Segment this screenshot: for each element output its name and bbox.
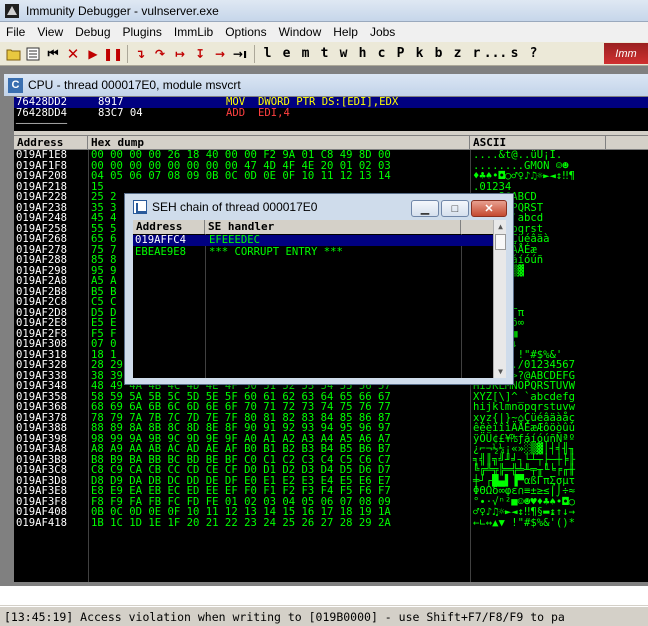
execute-till-return-icon[interactable]: → <box>211 45 229 63</box>
disasm-hex: 83C7 04 <box>98 107 143 119</box>
pause-icon[interactable]: ❚❚ <box>103 45 123 63</box>
cpu-window-titlebar[interactable]: C CPU - thread 000017E0, module msvcrt <box>4 74 648 96</box>
seh-vertical-scrollbar[interactable]: ▲ ▼ <box>493 220 506 378</box>
seh-chain-window[interactable]: SEH chain of thread 000017E0 ▁ □ ✕ Addre… <box>124 193 514 385</box>
toolbar-separator <box>127 44 128 63</box>
trace-into-icon[interactable]: ↦ <box>171 45 189 63</box>
seh-window-title: SEH chain of thread 000017E0 <box>152 200 318 214</box>
run-icon[interactable]: ▶ <box>84 45 102 63</box>
seh-row-address: EBEAE9E8 <box>135 246 187 258</box>
dump-row[interactable]: 019AF3E8 E8 E9 EA EB EC ED EE EF F0 F1 F2… <box>14 486 648 497</box>
disasm-mnemonic: ADD <box>226 107 246 119</box>
close-button[interactable]: ✕ <box>471 200 507 217</box>
dump-row-hex: 1B 1C 1D 1E 1F 20 21 22 23 24 25 26 27 2… <box>91 516 391 529</box>
call-stack-button[interactable]: k <box>410 45 429 63</box>
windows-button[interactable]: w <box>334 45 353 63</box>
memory-button[interactable]: m <box>296 45 315 63</box>
dump-row-address: 019AF418 <box>16 516 68 529</box>
open-file-icon[interactable] <box>4 45 22 63</box>
disasm-operands: EDI,4 <box>258 107 290 119</box>
dump-header-address[interactable]: Address <box>14 136 88 150</box>
help-button[interactable]: ? <box>524 45 543 63</box>
close-process-icon[interactable]: ✕ <box>64 45 82 63</box>
menu-immlib[interactable]: ImmLib <box>168 25 219 39</box>
cpu-window-title: CPU - thread 000017E0, module msvcrt <box>28 78 241 92</box>
scroll-thumb[interactable] <box>495 234 506 250</box>
disasm-address: 76428DD4 <box>16 107 68 119</box>
disasm-partial-row: ──────── <box>16 119 68 127</box>
dump-row[interactable]: 019AF418 1B 1C 1D 1E 1F 20 21 22 23 24 25… <box>14 516 648 529</box>
status-message: [13:45:19] Access violation when writing… <box>4 609 565 624</box>
dump-header-ascii[interactable]: ASCII <box>470 136 606 150</box>
menu-jobs[interactable]: Jobs <box>364 25 401 39</box>
breakpoints-button[interactable]: b <box>429 45 448 63</box>
dump-row[interactable]: 019AF388 88 89 8A 8B 8C 8D 8E 8F 90 91 92… <box>14 423 648 434</box>
scroll-down-icon[interactable]: ▼ <box>494 365 507 378</box>
seh-list-header: Address SE handler <box>133 220 493 234</box>
menu-debug[interactable]: Debug <box>69 25 116 39</box>
step-into-icon[interactable]: ↴ <box>131 45 149 63</box>
dump-row-ascii: ←∟↔▲▼ !"#$%&'()* <box>473 516 576 529</box>
menu-view[interactable]: View <box>31 25 69 39</box>
scroll-up-icon[interactable]: ▲ <box>494 220 507 233</box>
menu-bar: File View Debug Plugins ImmLib Options W… <box>0 22 648 42</box>
seh-row-address: 019AFFC4 <box>135 234 187 246</box>
restart-icon[interactable]: ⏮ <box>44 45 62 63</box>
disasm-row[interactable]: 76428DD4 83C7 04 ADD EDI,4 <box>14 108 648 119</box>
immunity-tag[interactable]: Imm <box>604 43 648 64</box>
more-button[interactable]: ... <box>484 45 507 63</box>
seh-header-handler[interactable]: SE handler <box>205 220 461 234</box>
app-titlebar[interactable]: Immunity Debugger - vulnserver.exe <box>0 0 648 22</box>
menu-file[interactable]: File <box>0 25 31 39</box>
minimize-button[interactable]: ▁ <box>411 200 439 217</box>
seh-row[interactable]: 019AFFC4 EFEEEDEC <box>133 235 493 246</box>
dump-row[interactable]: 019AF368 68 69 6A 6B 6C 6D 6E 6F 70 71 72… <box>14 402 648 413</box>
cpu-window-icon: C <box>8 77 23 93</box>
list-icon[interactable] <box>24 45 42 63</box>
menu-options[interactable]: Options <box>219 25 272 39</box>
seh-header-address[interactable]: Address <box>133 220 205 234</box>
go-to-address-icon[interactable]: →ı <box>231 45 249 63</box>
patches-button[interactable]: P <box>391 45 410 63</box>
dump-row[interactable]: 019AF1E8 00 00 00 00 26 18 40 00 00 F2 9A… <box>14 150 648 161</box>
seh-row[interactable]: EBEAE9E8 *** CORRUPT ENTRY *** <box>133 247 493 258</box>
seh-chain-list[interactable]: Address SE handler 019AFFC4 EFEEEDEC EBE… <box>133 220 506 378</box>
toolbar-separator <box>254 44 255 63</box>
trace-over-icon[interactable]: ↧ <box>191 45 209 63</box>
hardware-breakpoints-button[interactable]: z <box>448 45 467 63</box>
disassembly-pane[interactable]: 76428DD2 8917 MOV DWORD PTR DS:[EDI],EDX… <box>14 97 648 131</box>
status-bar: [13:45:19] Access violation when writing… <box>0 606 648 626</box>
menu-plugins[interactable]: Plugins <box>117 25 168 39</box>
maximize-button[interactable]: □ <box>441 200 469 217</box>
pane-splitter[interactable] <box>14 131 648 135</box>
modules-button[interactable]: e <box>277 45 296 63</box>
log-window-button[interactable]: l <box>258 45 277 63</box>
disasm-row-partial: ──────── <box>14 119 648 127</box>
dump-row[interactable]: 019AF3C8 C8 C9 CA CB CC CD CE CF D0 D1 D2… <box>14 465 648 476</box>
cpu-button[interactable]: c <box>372 45 391 63</box>
menu-window[interactable]: Window <box>273 25 328 39</box>
source-button[interactable]: s <box>505 45 524 63</box>
dump-row[interactable]: 019AF3A8 A8 A9 AA AB AC AD AE AF B0 B1 B2… <box>14 444 648 455</box>
seh-row-handler: *** CORRUPT ENTRY *** <box>209 246 343 258</box>
dump-header: Address Hex dump ASCII <box>14 136 648 150</box>
threads-button[interactable]: t <box>315 45 334 63</box>
app-title: Immunity Debugger - vulnserver.exe <box>26 3 219 18</box>
dump-row[interactable]: 019AF408 0B 0C 0D 0E 0F 10 11 12 13 14 15… <box>14 507 648 518</box>
handles-button[interactable]: h <box>353 45 372 63</box>
command-line-input[interactable] <box>0 584 648 606</box>
toolbar: ⏮ ✕ ▶ ❚❚ ↴ ↷ ↦ ↧ → →ı l e m t w h c P k … <box>0 42 648 66</box>
step-over-icon[interactable]: ↷ <box>151 45 169 63</box>
immunity-app-icon <box>5 3 19 18</box>
dump-header-hex[interactable]: Hex dump <box>88 136 470 150</box>
dump-row[interactable]: 019AF208 04 05 06 07 08 09 0B 0C 0D 0E 0F… <box>14 171 648 182</box>
seh-row-handler: EFEEEDEC <box>209 234 261 246</box>
seh-window-icon <box>133 200 147 214</box>
menu-help[interactable]: Help <box>327 25 364 39</box>
dump-row-hex: 04 05 06 07 08 09 0B 0C 0D 0E 0F 10 11 1… <box>91 170 391 182</box>
